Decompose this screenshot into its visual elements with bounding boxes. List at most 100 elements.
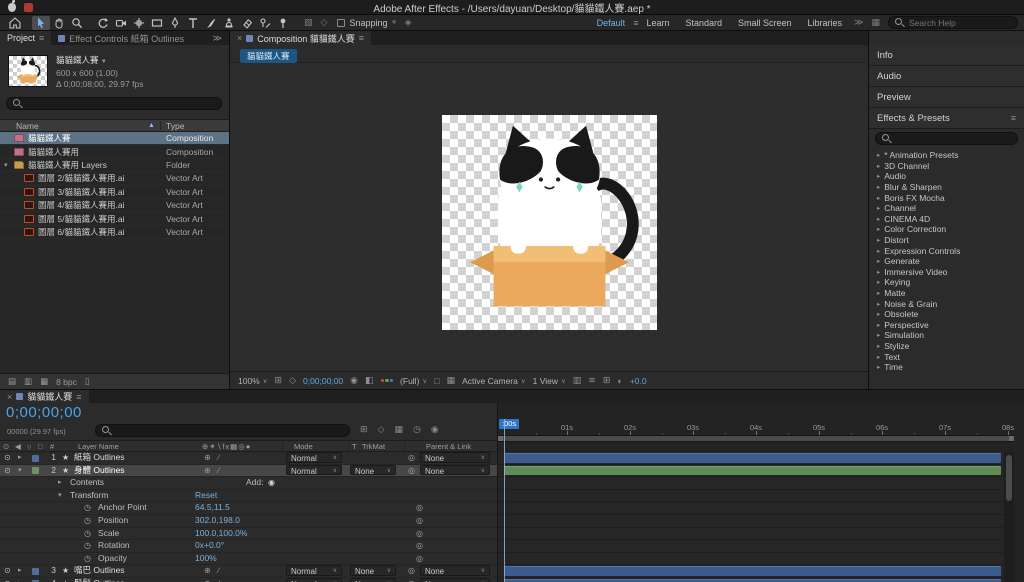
panel-menu-icon[interactable]: ≡	[39, 33, 44, 43]
property-label[interactable]: Rotation	[98, 540, 130, 552]
timeline-search-input[interactable]	[116, 425, 343, 436]
trkmat-dropdown[interactable]: None	[350, 577, 396, 582]
chevron-right-icon[interactable]: ▸	[877, 172, 880, 180]
pan-behind-tool[interactable]	[130, 16, 148, 30]
resolution-dropdown[interactable]: (Full) ∨	[400, 376, 427, 386]
effects-category-row[interactable]: ▸ Boris FX Mocha	[869, 192, 1024, 203]
workspace-menu-icon[interactable]: ≡	[633, 18, 638, 28]
camera-tool[interactable]	[112, 16, 130, 30]
tab-timeline-comp[interactable]: × 貓貓鐵人賽 ≡	[0, 390, 89, 403]
pickwhip-icon[interactable]: ◎	[416, 515, 423, 527]
property-group-row[interactable]: ▸ Contents Add: ◉	[0, 477, 497, 490]
effects-category-row[interactable]: ▸ CINEMA 4D	[869, 214, 1024, 225]
chevron-right-icon[interactable]: ▸	[877, 257, 880, 265]
track-row[interactable]	[498, 514, 1005, 528]
chevron-right-icon[interactable]: ▸	[877, 204, 880, 212]
work-area-bar[interactable]	[498, 436, 1014, 442]
snap-option2-icon[interactable]: ◈	[405, 17, 412, 28]
chevron-right-icon[interactable]: ▸	[877, 247, 880, 255]
workspace-grid-icon[interactable]: ▦	[871, 17, 880, 28]
workspace-tab-small-screen[interactable]: Small Screen	[738, 18, 792, 28]
stopwatch-icon[interactable]: ◷	[84, 540, 91, 552]
group-label[interactable]: Transform	[70, 490, 108, 502]
property-label[interactable]: Position	[98, 515, 128, 527]
effects-category-row[interactable]: ▸ Perspective	[869, 320, 1024, 331]
parent-dropdown[interactable]: None	[420, 577, 490, 582]
viewer-current-time[interactable]: 0;00;00;00	[303, 376, 343, 386]
project-table-header[interactable]: Name ▲ Type	[0, 119, 229, 132]
track-row[interactable]	[498, 565, 1005, 578]
expand-arrow-icon[interactable]: ▸	[58, 477, 62, 489]
layer-duration-bar[interactable]	[504, 453, 1001, 463]
chevron-right-icon[interactable]: ▸	[877, 310, 880, 318]
rasterize-switch[interactable]: ∕	[218, 565, 219, 577]
project-row[interactable]: ▾ 貓貓鐵人賽用 Layers Folder	[0, 158, 229, 173]
scrollbar-thumb[interactable]	[1006, 455, 1012, 501]
view-layout-dropdown[interactable]: 1 View ∨	[533, 376, 566, 386]
layer-name[interactable]: 紙箱 Outlines	[74, 452, 125, 464]
layer-duration-bar[interactable]	[504, 465, 1001, 476]
type-tool[interactable]	[184, 16, 202, 30]
chevron-right-icon[interactable]: ▸	[877, 183, 880, 191]
expand-arrow-icon[interactable]: ▸	[18, 578, 22, 582]
effects-category-row[interactable]: ▸ Obsolete	[869, 309, 1024, 320]
chevron-right-icon[interactable]: ▸	[877, 353, 880, 361]
collapse-transform-switch[interactable]: ⊕	[204, 465, 211, 477]
workspace-tab-libraries[interactable]: Libraries	[808, 18, 843, 28]
brush-tool[interactable]	[202, 16, 220, 30]
property-row[interactable]: ◷ Rotation 0x+0.0° ◎	[0, 540, 497, 553]
effects-category-row[interactable]: ▸ Channel	[869, 203, 1024, 214]
folder-expander-icon[interactable]: ▾	[4, 161, 12, 169]
zoom-tool[interactable]	[68, 16, 86, 30]
effects-category-row[interactable]: ▸ 3D Channel	[869, 161, 1024, 172]
collapse-transform-switch[interactable]: ⊕	[204, 565, 211, 577]
collapse-transform-switch[interactable]: ⊕	[204, 452, 211, 464]
property-value[interactable]: 0x+0.0°	[195, 540, 224, 552]
hand-tool[interactable]	[50, 16, 68, 30]
expand-arrow-icon[interactable]: ▸	[18, 565, 22, 577]
project-row[interactable]: 圖層 5/貓貓鐵人賽用.ai Vector Art	[0, 212, 229, 226]
chevron-right-icon[interactable]: ▸	[877, 363, 880, 371]
property-row[interactable]: ◷ Scale 100.0,100.0% ◎	[0, 527, 497, 541]
effects-category-row[interactable]: ▸ Noise & Grain	[869, 298, 1024, 309]
blend-mode-dropdown[interactable]: Normal	[286, 577, 342, 582]
tab-composition[interactable]: × Composition 貓貓鐵人賽 ≡	[230, 31, 372, 45]
home-button[interactable]	[6, 16, 24, 30]
effects-category-row[interactable]: ▸ Generate	[869, 256, 1024, 267]
property-group-row[interactable]: ▾ Transform Reset	[0, 489, 497, 503]
project-search-input[interactable]	[27, 98, 215, 109]
workspace-overflow-icon[interactable]: ≫	[854, 17, 863, 28]
timeline-scrollbar[interactable]	[1004, 452, 1014, 582]
chevron-right-icon[interactable]: ▸	[877, 278, 880, 286]
chevron-right-icon[interactable]: ▸	[877, 300, 880, 308]
project-row[interactable]: 貓貓鐵人賽 Composition	[0, 132, 229, 146]
chevron-right-icon[interactable]: ▸	[877, 289, 880, 297]
chevron-right-icon[interactable]: ▸	[877, 236, 880, 244]
track-row[interactable]	[498, 477, 1005, 490]
property-row[interactable]: ◷ Position 302.0,198.0 ◎	[0, 514, 497, 528]
composition-canvas[interactable]	[441, 115, 657, 330]
close-icon[interactable]: ×	[237, 33, 242, 43]
chevron-right-icon[interactable]: ▸	[877, 268, 880, 276]
effects-category-row[interactable]: ▸ Distort	[869, 235, 1024, 246]
track-row[interactable]	[498, 552, 1005, 566]
snapshot-icon[interactable]: ◉	[350, 375, 358, 386]
effects-category-row[interactable]: ▸ Simulation	[869, 330, 1024, 341]
show-snapshot-icon[interactable]: ◧	[365, 375, 374, 386]
effects-category-row[interactable]: ▸ Color Correction	[869, 224, 1024, 235]
effects-category-row[interactable]: ▸ Text	[869, 351, 1024, 362]
pickwhip-icon[interactable]: ◎	[416, 540, 423, 552]
collapse-arrow-icon[interactable]: ▾	[18, 465, 22, 477]
chevron-right-icon[interactable]: ▸	[877, 331, 880, 339]
effects-search[interactable]	[875, 132, 1018, 145]
pickwhip-icon[interactable]: ◎	[408, 465, 415, 477]
layer-name[interactable]: 身體 Outlines	[74, 465, 125, 477]
exposure-value[interactable]: +0.0	[630, 376, 647, 386]
region-of-interest-icon[interactable]: □	[434, 376, 439, 386]
chevron-right-icon[interactable]: ▸	[877, 194, 880, 202]
label-color-chip[interactable]	[32, 454, 39, 462]
group-label[interactable]: Contents	[70, 477, 104, 489]
mini-flowchart-icon[interactable]: ⊞	[360, 424, 368, 435]
project-row[interactable]: 圖層 4/貓貓鐵人賽用.ai Vector Art	[0, 198, 229, 213]
pixel-aspect-icon[interactable]: ▥	[573, 375, 582, 386]
